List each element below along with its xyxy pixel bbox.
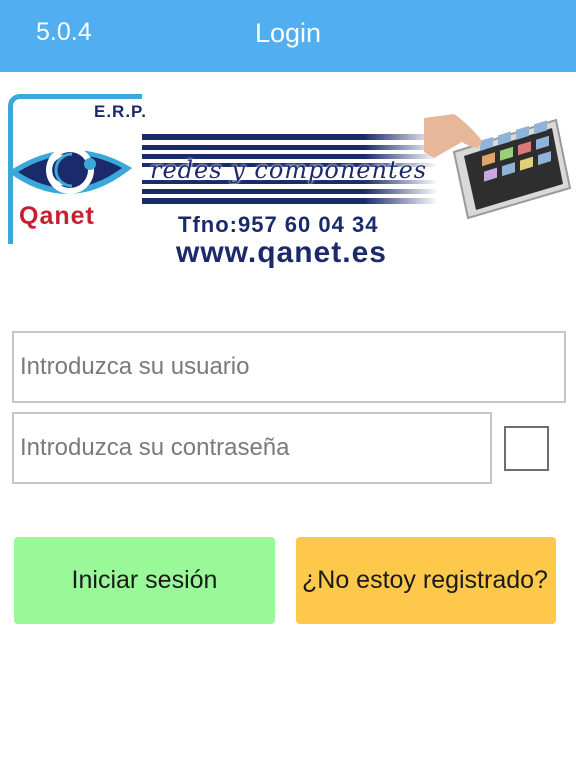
- brand-name: Qanet: [19, 202, 95, 230]
- show-password-checkbox[interactable]: [504, 426, 549, 471]
- company-tagline: redes y componentes: [150, 156, 428, 184]
- login-button[interactable]: Iniciar sesión: [14, 537, 275, 624]
- company-banner: E.R.P. Qanet redes y componentes Tfno:95…: [0, 88, 576, 278]
- tablet-hand-icon: [424, 114, 572, 220]
- register-button-label: ¿No estoy registrado?: [302, 566, 548, 594]
- erp-label: E.R.P.: [94, 102, 147, 121]
- website-url: www.qanet.es: [176, 236, 387, 269]
- password-input[interactable]: [12, 412, 492, 484]
- eye-logo-icon: [8, 146, 132, 195]
- title-bar: 5.0.4 Login: [0, 0, 576, 72]
- phone-number: Tfno:957 60 04 34: [178, 212, 379, 237]
- page-title: Login: [254, 18, 322, 48]
- username-input[interactable]: [12, 331, 566, 403]
- register-button[interactable]: ¿No estoy registrado?: [296, 537, 556, 624]
- login-button-label: Iniciar sesión: [71, 566, 218, 594]
